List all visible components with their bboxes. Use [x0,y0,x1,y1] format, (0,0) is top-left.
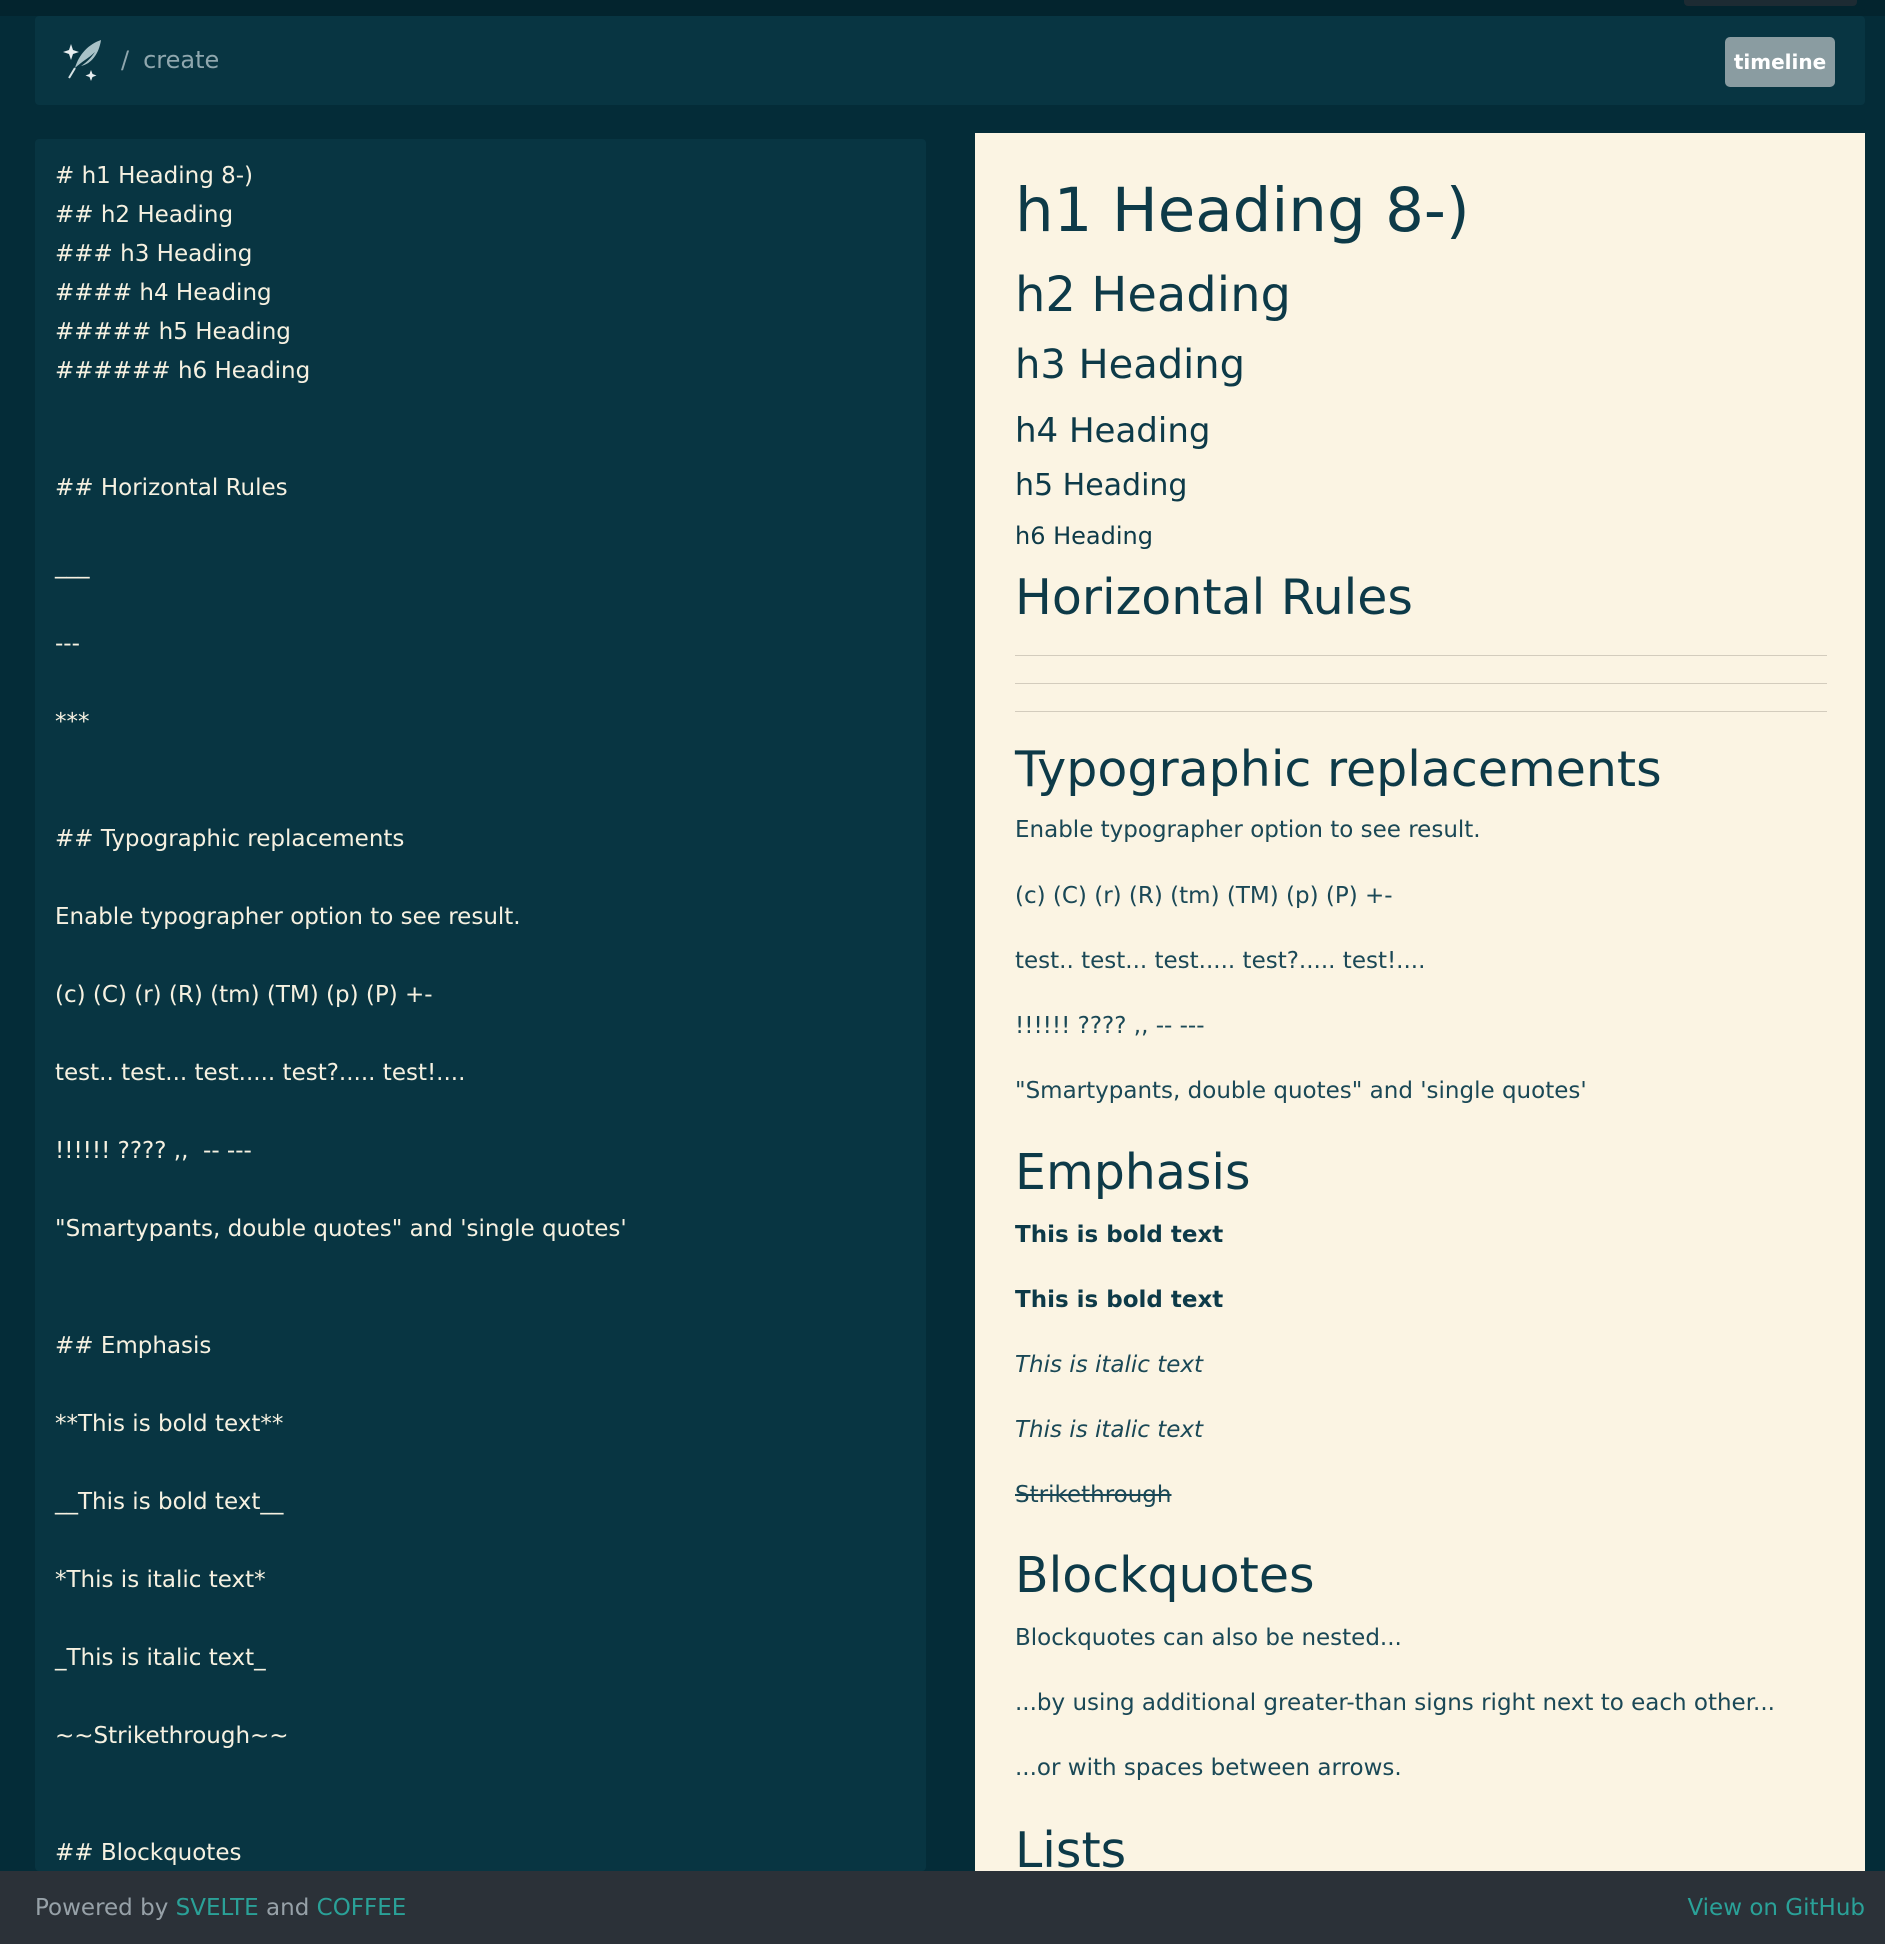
preview-italic-1: This is italic text [1015,1352,1204,1378]
preview-typo-p3: test.. test... test..... test?..... test… [1015,948,1426,974]
preview-bold-1: This is bold text [1015,1222,1224,1248]
editor-line[interactable] [55,1600,627,1639]
editor-line[interactable]: ### h3 Heading [55,235,627,274]
editor-line[interactable] [55,1444,627,1483]
markdown-editor[interactable]: # h1 Heading 8-) ## h2 Heading ### h3 Head… [35,139,926,1871]
editor-line[interactable] [55,1522,627,1561]
footer: Powered by SVELTE and COFFEE View on Git… [0,1871,1885,1944]
preview-typo-p2: (c) (C) (r) (R) (tm) (TM) (p) (P) +- [1015,883,1393,909]
coffee-link[interactable]: COFFEE [317,1895,407,1921]
preview-h2: h2 Heading [1015,267,1291,323]
preview-typo-p4: !!!!!! ???? ,, -- --- [1015,1013,1205,1039]
editor-line[interactable]: ## Horizontal Rules [55,469,627,508]
editor-line[interactable]: "Smartypants, double quotes" and 'single… [55,1210,627,1249]
preview-blockquotes-heading: Blockquotes [1015,1547,1315,1604]
editor-line[interactable] [55,742,627,781]
horizontal-rule-2 [1015,683,1827,684]
preview-h5: h5 Heading [1015,468,1188,503]
editor-line[interactable]: !!!!!! ???? ,, -- --- [55,1132,627,1171]
editor-line[interactable] [55,1015,627,1054]
editor-line[interactable]: ## Emphasis [55,1327,627,1366]
github-link[interactable]: View on GitHub [1687,1895,1865,1921]
preview-typo-p1: Enable typographer option to see result. [1015,817,1481,843]
editor-line[interactable]: ~~Strikethrough~~ [55,1717,627,1756]
preview-hr-heading: Horizontal Rules [1015,569,1413,626]
editor-line[interactable]: --- [55,625,627,664]
quill-sparkle-icon[interactable] [61,36,109,84]
preview-typo-p5: "Smartypants, double quotes" and 'single… [1015,1078,1587,1104]
editor-line[interactable] [55,1366,627,1405]
editor-line[interactable]: ##### h5 Heading [55,313,627,352]
breadcrumb: / create [121,42,219,78]
preview-emphasis-heading: Emphasis [1015,1144,1251,1201]
editor-line[interactable]: test.. test... test..... test?..... test… [55,1054,627,1093]
preview-typo-heading: Typographic replacements [1015,741,1662,798]
top-stripe [0,0,1885,16]
preview-italic-2: This is italic text [1015,1417,1204,1443]
editor-line[interactable] [55,1249,627,1288]
editor-line[interactable]: (c) (C) (r) (R) (tm) (TM) (p) (P) +- [55,976,627,1015]
editor-line[interactable] [55,1171,627,1210]
svelte-link[interactable]: SVELTE [176,1895,259,1921]
horizontal-rule-1 [1015,655,1827,656]
preview-blockquote-1: Blockquotes can also be nested... [1015,1625,1402,1651]
editor-line[interactable]: **This is bold text** [55,1405,627,1444]
preview-h6: h6 Heading [1015,522,1153,550]
editor-line[interactable]: __This is bold text__ [55,1483,627,1522]
editor-line[interactable] [55,859,627,898]
editor-line[interactable] [55,430,627,469]
breadcrumb-create[interactable]: create [143,46,219,74]
editor-line[interactable]: *** [55,703,627,742]
editor-line[interactable]: # h1 Heading 8-) [55,157,627,196]
top-corner-bar [1684,0,1857,6]
editor-line[interactable] [55,664,627,703]
preview-strikethrough: Strikethrough [1015,1482,1172,1508]
editor-line[interactable]: ## Typographic replacements [55,820,627,859]
editor-text[interactable]: # h1 Heading 8-) ## h2 Heading ### h3 Head… [55,157,627,1871]
editor-line[interactable] [55,508,627,547]
preview-h3: h3 Heading [1015,342,1245,388]
editor-line[interactable]: ###### h6 Heading [55,352,627,391]
editor-line[interactable] [55,1756,627,1795]
editor-line[interactable] [55,781,627,820]
editor-line[interactable]: *This is italic text* [55,1561,627,1600]
breadcrumb-separator: / [121,46,130,74]
preview-h1: h1 Heading 8-) [1015,175,1470,246]
editor-line[interactable] [55,937,627,976]
preview-bold-2: This is bold text [1015,1287,1224,1313]
markdown-preview: h1 Heading 8-) h2 Heading h3 Heading h4 … [975,133,1865,1871]
editor-line[interactable] [55,1795,627,1834]
editor-line[interactable]: _This is italic text_ [55,1639,627,1678]
preview-blockquote-2: ...by using additional greater-than sign… [1015,1690,1775,1716]
preview-blockquote-3: ...or with spaces between arrows. [1015,1755,1402,1781]
editor-line[interactable]: Enable typographer option to see result. [55,898,627,937]
editor-line[interactable]: ___ [55,547,627,586]
app-header: / create timeline [35,16,1865,105]
editor-line[interactable] [55,1093,627,1132]
footer-credits: Powered by SVELTE and COFFEE [35,1871,406,1944]
horizontal-rule-3 [1015,711,1827,712]
editor-line[interactable] [55,391,627,430]
and-label: and [258,1894,317,1921]
preview-lists-heading: Lists [1015,1822,1127,1871]
editor-line[interactable]: #### h4 Heading [55,274,627,313]
preview-h4: h4 Heading [1015,411,1211,451]
editor-line[interactable] [55,586,627,625]
editor-line[interactable] [55,1678,627,1717]
editor-line[interactable]: ## h2 Heading [55,196,627,235]
footer-github: View on GitHub [1687,1871,1865,1944]
timeline-button[interactable]: timeline [1725,37,1835,87]
editor-line[interactable]: ## Blockquotes [55,1834,627,1871]
editor-line[interactable] [55,1288,627,1327]
powered-by-label: Powered by [35,1894,176,1921]
